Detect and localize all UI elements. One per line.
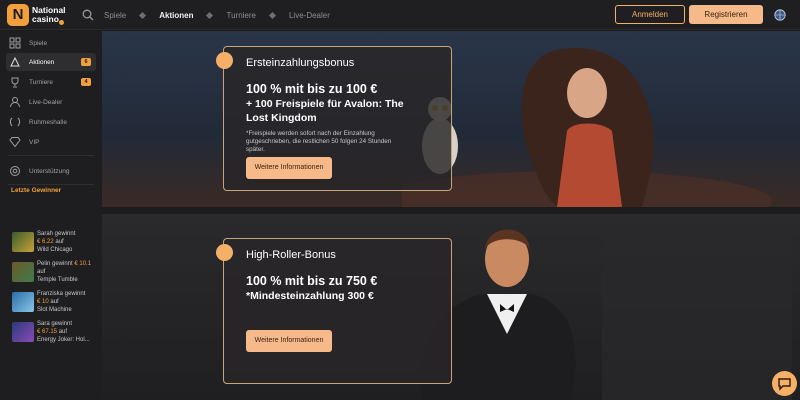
winner-name: Sara gewinnt [37, 321, 73, 327]
winner-item[interactable]: Sara gewinnt € 67.15 auf Energy Joker: H… [12, 320, 100, 348]
winner-text: Franziska gewinnt € 10 auf Slot Machine [37, 290, 85, 314]
promo-badge-icon [216, 244, 233, 261]
count-badge: 6 [81, 58, 91, 66]
sidebar-item-label: Spiele [29, 39, 48, 47]
sidebar-item-label: Aktionen [29, 58, 55, 66]
diamond-icon [9, 137, 21, 148]
promo-badge-icon [216, 52, 233, 69]
promo-subheadline: + 100 Freispiele für Avalon: The Lost Ki… [246, 98, 404, 124]
laurel-icon [10, 117, 20, 127]
game-thumbnail [12, 292, 34, 312]
sidebar-item-label: Unterstützung [29, 167, 70, 175]
tournaments-icon [11, 77, 19, 88]
sidebar-divider [8, 155, 94, 156]
national-casino-logo[interactable]: N National casino [7, 4, 67, 26]
winner-game: Slot Machine [37, 307, 72, 313]
banner-gap [102, 207, 800, 214]
game-thumbnail [12, 232, 34, 252]
winner-game: Temple Tumble [37, 277, 78, 283]
promo-subheadline: *Mindesteinzahlung 300 € [246, 290, 374, 302]
winner-item[interactable]: Franziska gewinnt € 10 auf Slot Machine [12, 290, 100, 318]
nav-separator [139, 11, 147, 19]
winner-text: Sara gewinnt € 67.15 auf Energy Joker: H… [37, 320, 90, 344]
winner-item[interactable]: Sarah gewinnt € 6.22 auf Wild Chicago [12, 230, 100, 258]
nav-separator [206, 11, 214, 19]
winner-text: Pelin gewinnt € 10.1 auf Temple Tumble [37, 260, 91, 284]
sidebar-item-ruhmeshalle[interactable]: Ruhmeshalle [6, 113, 96, 131]
promo-headline: 100 % mit bis zu 750 € [246, 274, 378, 288]
logo-dot [59, 20, 64, 25]
winner-text: Sarah gewinnt € 6.22 auf Wild Chicago [37, 230, 75, 254]
support-icon [10, 166, 20, 176]
sidebar-item-spiele[interactable]: Spiele [6, 34, 96, 52]
winner-amount: € 67.15 [37, 329, 58, 335]
sidebar-item-live-dealer[interactable]: Live-Dealer [6, 93, 96, 111]
sidebar-item-label: Turniere [29, 78, 53, 86]
sidebar-item-label: Ruhmeshalle [29, 118, 67, 126]
winner-amount: € 6.22 [37, 239, 54, 245]
latest-winners-title: Letzte Gewinner [11, 187, 62, 194]
sidebar-item-aktionen[interactable]: Aktionen 6 [6, 53, 96, 71]
main-nav: Spiele Aktionen Turniere Live-Dealer [104, 0, 344, 30]
games-icon [9, 37, 21, 49]
sidebar-item-label: Live-Dealer [29, 98, 63, 106]
sidebar: Spiele Aktionen 6 Turniere 4 Live-Dealer… [0, 31, 102, 400]
winner-game: Energy Joker: Hol... [37, 337, 90, 343]
count-badge: 4 [81, 78, 91, 86]
winner-amount: € 10.1 [74, 261, 92, 267]
sorceress-owl-illustration [402, 47, 772, 207]
globe-icon[interactable] [774, 9, 786, 21]
sidebar-divider [8, 184, 94, 185]
promo-title: High-Roller-Bonus [246, 249, 336, 261]
nav-spiele[interactable]: Spiele [104, 11, 126, 20]
game-thumbnail [12, 322, 34, 342]
sidebar-item-support[interactable]: Unterstützung [6, 162, 96, 180]
chat-button[interactable] [772, 371, 797, 396]
nav-live-dealer[interactable]: Live-Dealer [289, 11, 330, 20]
promo-note: *Freispiele werden sofort nach der Einza… [246, 130, 392, 153]
nav-turniere[interactable]: Turniere [226, 11, 256, 20]
winner-name: Pelin gewinnt [37, 261, 73, 267]
winner-item[interactable]: Pelin gewinnt € 10.1 auf Temple Tumble [12, 260, 100, 288]
promo-title: Ersteinzahlungsbonus [246, 57, 355, 69]
nav-aktionen[interactable]: Aktionen [159, 11, 193, 20]
more-info-button[interactable]: Weitere Informationen [246, 157, 332, 179]
promo-card: High-Roller-Bonus 100 % mit bis zu 750 €… [216, 238, 452, 384]
top-header: N National casino Spiele Aktionen Turnie… [0, 0, 800, 30]
promo-headline: 100 % mit bis zu 100 € [246, 82, 378, 96]
promo-banner-first-deposit: Ersteinzahlungsbonus 100 % mit bis zu 10… [102, 31, 800, 207]
sidebar-item-vip[interactable]: VIP [6, 133, 96, 151]
winner-suffix: auf [55, 239, 64, 245]
promo-card: Ersteinzahlungsbonus 100 % mit bis zu 10… [216, 46, 452, 191]
logo-badge: N [7, 4, 29, 26]
nav-separator [268, 11, 277, 19]
winner-game: Wild Chicago [37, 247, 73, 253]
sidebar-item-label: VIP [29, 138, 40, 146]
winner-name: Franziska gewinnt [37, 291, 86, 297]
register-button[interactable]: Registrieren [689, 5, 763, 24]
chat-icon [778, 378, 791, 391]
promo-banner-high-roller: High-Roller-Bonus 100 % mit bis zu 750 €… [102, 214, 800, 400]
promotions-icon [10, 56, 20, 67]
winner-amount: € 10 [37, 299, 49, 305]
winner-name: Sarah gewinnt [37, 231, 76, 237]
sidebar-item-turniere[interactable]: Turniere 4 [6, 73, 96, 91]
login-button[interactable]: Anmelden [615, 5, 685, 24]
winner-suffix: auf [50, 299, 59, 305]
winner-suffix: auf [37, 269, 46, 275]
search-icon[interactable] [82, 9, 94, 21]
game-thumbnail [12, 262, 34, 282]
winner-suffix: auf [58, 329, 68, 335]
more-info-button[interactable]: Weitere Informationen [246, 330, 332, 352]
live-dealer-icon [10, 97, 20, 108]
